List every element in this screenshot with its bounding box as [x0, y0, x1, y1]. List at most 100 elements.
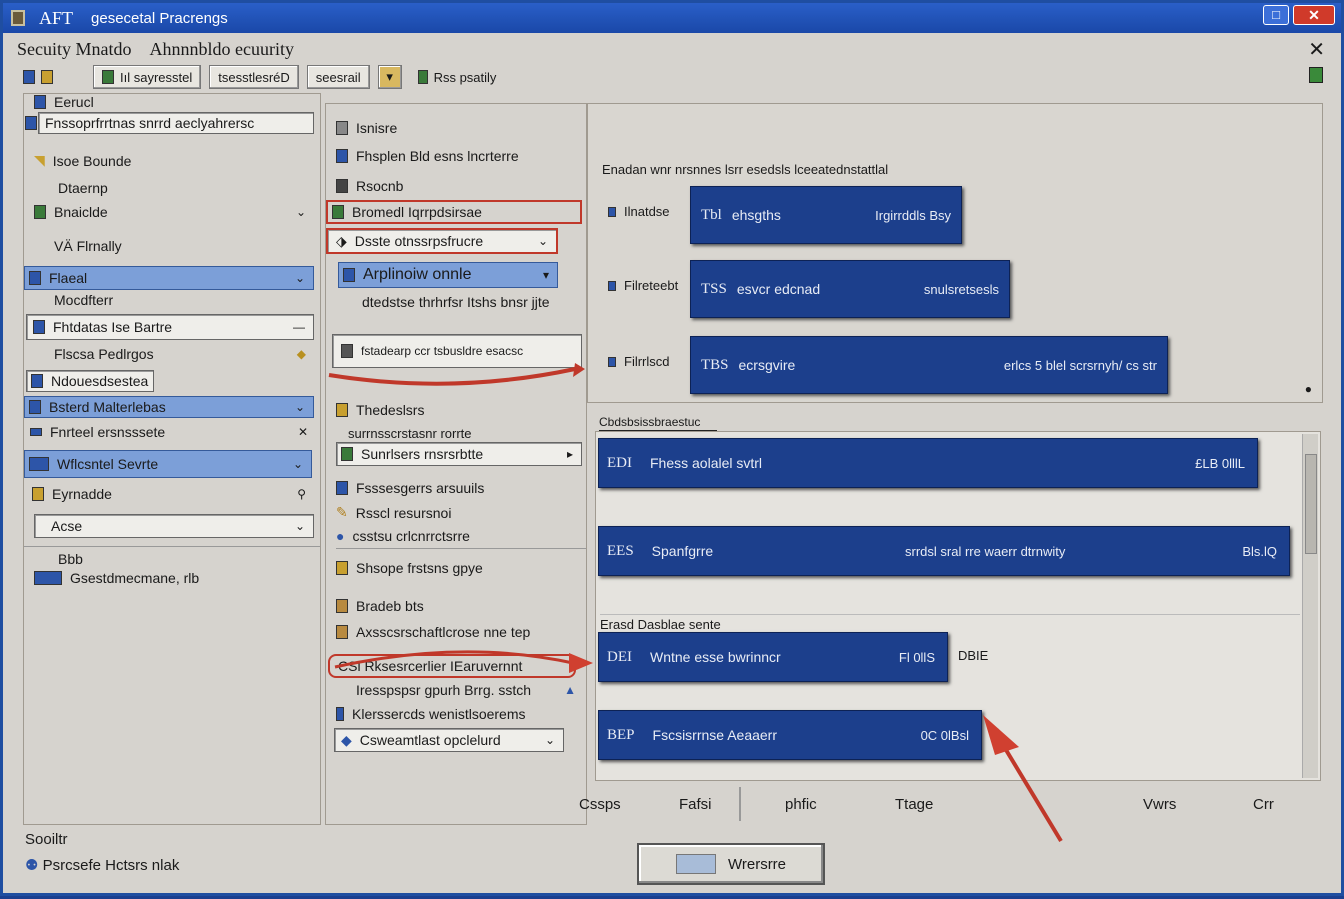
- left-header-label: Eerucl: [54, 94, 94, 110]
- middle-item-label: CSl Rksesrcerlier IEaruvernnt: [338, 658, 523, 674]
- middle-item[interactable]: Shsope frstsns gpye: [336, 560, 483, 576]
- toolbar-button-4[interactable]: Rss psatily: [410, 65, 505, 89]
- status-item[interactable]: Vwrs: [1143, 796, 1176, 813]
- window-title: gesecetal Pracrengs: [91, 9, 228, 27]
- middle-item[interactable]: Klerssercds wenistlsoerems: [336, 706, 526, 722]
- middle-item[interactable]: Iresspspsr gpurh Brrg. sstch ▲: [356, 682, 584, 698]
- search-icon[interactable]: ⚲: [297, 487, 306, 501]
- middle-item[interactable]: Rsocnb: [336, 178, 403, 194]
- chart-bar[interactable]: TSS esvcr edcnad snulsretsesls: [690, 260, 1010, 318]
- middle-item[interactable]: ✎ Rsscl resursnoi: [336, 504, 451, 521]
- chevron-down-icon[interactable]: ⌄: [296, 205, 306, 219]
- middle-item-label: csstsu crlcnrrctsrre: [352, 528, 470, 544]
- middle-item-selected[interactable]: Arplinoiw onnle ▾: [338, 262, 558, 288]
- toolbar-icon-group[interactable]: [23, 65, 53, 89]
- middle-item[interactable]: Axsscsrschaftlcrose nne tep: [336, 624, 530, 640]
- shield-button[interactable]: ▾: [377, 65, 402, 89]
- middle-item[interactable]: Fsssesgerrs arsuuils: [336, 480, 484, 496]
- bottom-label-2: Psrcsefe Hctsrs nlak: [42, 857, 180, 874]
- list-row-code: DEI: [607, 648, 632, 665]
- pen-icon: ✎: [336, 504, 348, 520]
- status-item[interactable]: Ttage: [895, 796, 933, 813]
- status-green-icon: [1309, 67, 1323, 83]
- left-pane: Eerucl Fnssoprfrrtnas snrrd aeclyahrersc…: [23, 93, 321, 825]
- left-item[interactable]: ◥ Isoe Bounde: [34, 152, 131, 169]
- bottom-link[interactable]: ⚉ Psrcsefe Hctsrs nlak: [25, 856, 179, 874]
- list-scrollbar[interactable]: [1302, 434, 1318, 778]
- status-item[interactable]: Fafsi: [679, 796, 712, 813]
- chart-pane: Enadan wnr nrsnnes lsrr esedsls lceeated…: [587, 103, 1323, 403]
- left-item-selected[interactable]: Wflcsntel Sevrte ⌄: [24, 450, 312, 478]
- middle-dropdown[interactable]: ◆ Csweamtlast opclelurd ⌄: [334, 728, 564, 752]
- chart-bar[interactable]: TBS ecrsgvire erlcs 5 blel scrsrnyh/ cs st…: [690, 336, 1168, 394]
- list-row[interactable]: DEI Wntne esse bwrinncr Fl 0llS: [598, 632, 948, 682]
- left-item-dropdown[interactable]: Bnaiclde ⌄: [34, 204, 314, 220]
- middle-dropdown[interactable]: ⬗ Dsste otnssrpsfrucre ⌄: [326, 228, 558, 254]
- list-row[interactable]: EES Spanfgrre srrdsl sral rre waerr dtrnwi…: [598, 526, 1290, 576]
- chevron-down-icon[interactable]: ⌄: [295, 400, 305, 414]
- toolbar-button-3[interactable]: seesrail: [306, 65, 370, 89]
- middle-item-label: Bradeb bts: [356, 598, 424, 614]
- middle-item[interactable]: Isnisre: [336, 120, 397, 136]
- status-item[interactable]: phfic: [785, 796, 817, 813]
- scroll-thumb[interactable]: [1305, 454, 1317, 554]
- close-icon[interactable]: ✕: [1308, 37, 1325, 62]
- chart-row-label: Filrrlscd: [608, 354, 670, 369]
- middle-item: dtedstse thrhrfsr Itshs bnsr jjte: [362, 294, 550, 310]
- left-item-selected[interactable]: Bsterd Malterlebas ⌄: [24, 396, 314, 418]
- chevron-icon[interactable]: ▾: [543, 268, 549, 282]
- middle-item-label: Rsocnb: [356, 178, 404, 194]
- list-section: Erasd Dasblae sente: [600, 614, 1300, 632]
- left-item[interactable]: Mocdfterr: [54, 292, 113, 308]
- middle-item-highlighted[interactable]: CSl Rksesrcerlier IEaruvernnt: [328, 654, 576, 678]
- status-item[interactable]: Cssps: [579, 796, 621, 813]
- left-item-selected[interactable]: Flaeal ⌄: [24, 266, 314, 290]
- chevron-down-icon[interactable]: ⌄: [293, 457, 303, 471]
- middle-item[interactable]: Fhsplen Bld esns lncrterre: [336, 148, 519, 164]
- ok-button[interactable]: Wrersrre: [637, 843, 825, 885]
- menu-item-security[interactable]: Secuity Mnatdo: [17, 39, 132, 60]
- chevron-down-icon[interactable]: ⌄: [545, 733, 555, 747]
- close-icon[interactable]: ✕: [298, 425, 308, 439]
- left-item[interactable]: Fnrteel ersnsssete ✕: [30, 424, 316, 440]
- chevron-down-icon[interactable]: ⌄: [538, 234, 548, 248]
- status-item[interactable]: Crr: [1253, 796, 1274, 813]
- middle-item-highlighted[interactable]: Bromedl Iqrrpdsirsae: [326, 200, 582, 224]
- chevron-down-icon[interactable]: ⌄: [295, 519, 305, 533]
- doc-icon: [34, 95, 46, 109]
- middle-field[interactable]: Sunrlsers rnsrsrbtte ▸: [336, 442, 582, 466]
- chart-bar[interactable]: Tbl ehsgths Irgirrddls Bsy: [690, 186, 962, 244]
- left-item-field[interactable]: Acse ⌄: [34, 514, 314, 538]
- arrow-right-icon[interactable]: ▸: [567, 447, 573, 461]
- doc-icon: [25, 116, 37, 130]
- left-item-field[interactable]: Ndouesdsestea: [26, 370, 154, 392]
- middle-item-label: Fhsplen Bld esns lncrterre: [356, 148, 519, 164]
- close-button[interactable]: ✕: [1293, 5, 1335, 25]
- middle-item[interactable]: ● csstsu crlcnrrctsrre: [336, 528, 586, 549]
- scroll-corner-icon[interactable]: ●: [1305, 382, 1312, 396]
- list-row-value: Fl 0llS: [898, 649, 935, 665]
- left-item[interactable]: VÄ Flrnally: [54, 238, 122, 254]
- left-item[interactable]: Eyrnadde ⚲: [32, 486, 314, 502]
- toolbar: Iıl sayresstel tsesstlesréD seesrail ▾ R…: [23, 65, 504, 89]
- doc-icon: [33, 320, 45, 334]
- maximize-button[interactable]: □: [1263, 5, 1289, 25]
- toolbar-button-2[interactable]: tsesstlesréD: [209, 65, 299, 89]
- middle-textbox[interactable]: fstadearp ccr tsbusldre esacsc: [332, 334, 582, 368]
- list-row[interactable]: BEP Fscsisrrnse Aeaaerr 0C 0lBsl: [598, 710, 982, 760]
- list-row[interactable]: EDI Fhess aolalel svtrl £LB 0lllL: [598, 438, 1258, 488]
- left-item[interactable]: Dtaernp: [58, 180, 108, 196]
- left-item[interactable]: Flscsa Pedlrgos ◆: [54, 346, 314, 362]
- middle-item[interactable]: Thedeslsrs: [336, 402, 424, 418]
- toolbar-button-1[interactable]: Iıl sayresstel: [93, 65, 202, 89]
- menu-item-advanced[interactable]: Ahnnnbldo ecuurity: [150, 39, 294, 60]
- left-item-field[interactable]: Fhtdatas Ise Bartre —: [26, 314, 314, 340]
- minus-icon[interactable]: —: [293, 320, 305, 334]
- chevron-down-icon[interactable]: ⌄: [295, 271, 305, 285]
- left-item-label: Bbb: [58, 551, 83, 567]
- left-search-input[interactable]: Fnssoprfrrtnas snrrd aeclyahrersc: [25, 112, 314, 134]
- left-item[interactable]: Gsestdmecmane, rlb: [34, 570, 199, 586]
- middle-item[interactable]: Bradeb bts: [336, 598, 424, 614]
- list-row-text: Fscsisrrnse Aeaaerr: [652, 727, 777, 743]
- list-row-extra: DBIE: [958, 648, 989, 663]
